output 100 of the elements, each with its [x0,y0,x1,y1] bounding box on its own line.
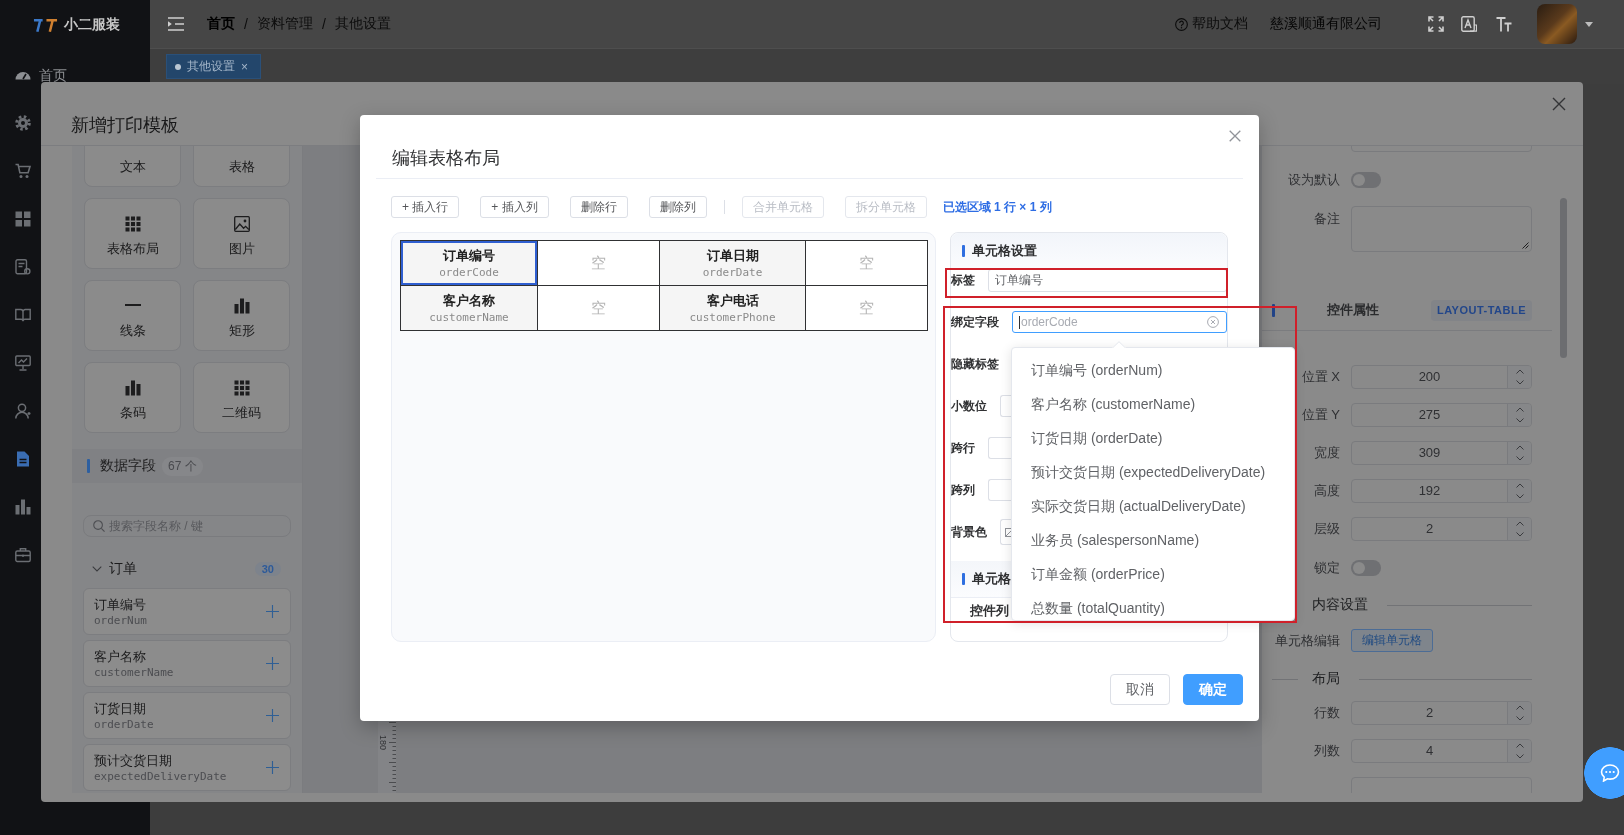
dropdown-option[interactable]: 实际交货日期 (actualDeliveryDate) [1012,489,1294,523]
number-field[interactable]: 309 [1351,441,1532,465]
chevron-up-icon[interactable] [1515,369,1524,374]
document-icon[interactable] [15,451,31,467]
table-cell[interactable]: 订单编号 orderCode [401,241,538,286]
field-card[interactable]: 订货日期 orderDate [83,692,291,739]
color-picker[interactable] [1000,519,1014,545]
chevron-down-icon[interactable] [1515,418,1524,423]
cart-icon[interactable] [15,163,31,179]
number-field[interactable] [988,479,1014,501]
chevron-up-icon[interactable] [1515,743,1524,748]
grid-icon[interactable] [15,211,31,227]
table-cell[interactable]: 客户名称 customerName [401,286,538,331]
toggle-switch[interactable] [1351,560,1381,576]
number-field[interactable]: 2 [1351,701,1532,725]
confirm-button[interactable]: 确定 [1183,674,1243,705]
plus-icon[interactable] [266,761,279,774]
chevron-up-icon[interactable] [1515,445,1524,450]
table-cell[interactable]: 订单日期 orderDate [660,241,806,286]
text-size-icon[interactable] [1496,16,1512,32]
stepper-controls[interactable] [1507,366,1531,388]
field-card[interactable]: 预计交货日期 expectedDeliveryDate [83,744,291,791]
stepper-controls[interactable] [1507,702,1531,724]
scrollbar[interactable] [1560,198,1567,358]
toggle-switch[interactable] [1351,172,1381,188]
person-icon[interactable] [15,403,31,419]
language-icon[interactable] [1461,16,1477,32]
dropdown-option[interactable]: 业务员 (salespersonName) [1012,523,1294,557]
dropdown-option[interactable]: 订单编号 (orderNum) [1012,353,1294,387]
component-tile[interactable]: 表格 [193,146,290,187]
stepper-controls[interactable] [1507,518,1531,540]
dropdown-option[interactable]: 订货日期 (orderDate) [1012,421,1294,455]
number-field[interactable]: 2 [1351,517,1532,541]
close-tab-button[interactable]: × [241,59,248,74]
number-field[interactable]: 200 [1351,365,1532,389]
chevron-down-icon[interactable] [1515,380,1524,385]
page-tab[interactable]: 其他设置 × [166,54,261,79]
fullscreen-icon[interactable] [1428,16,1444,32]
monitor-icon[interactable] [15,355,31,371]
avatar-image[interactable] [1537,4,1577,44]
plus-icon[interactable] [266,657,279,670]
briefcase-icon[interactable] [15,547,31,563]
menu-icon[interactable] [168,17,184,31]
bar-chart-icon[interactable] [15,499,31,515]
component-tile[interactable]: 矩形 [193,280,290,351]
component-tile[interactable]: 图片 [193,198,290,269]
toolbar-button[interactable]: + 插入列 [480,196,549,218]
chat-button[interactable] [1584,747,1624,799]
toolbar-button[interactable]: 删除列 [648,196,707,218]
field-card[interactable]: 订单编号 orderNum [83,588,291,635]
toolbar-button[interactable]: 删除行 [569,196,628,218]
number-field[interactable] [1000,395,1014,417]
plus-icon[interactable] [266,709,279,722]
dropdown-option[interactable]: 总数量 (totalQuantity) [1012,591,1294,620]
chevron-down-icon[interactable] [1515,754,1524,759]
stepper-controls[interactable] [1507,442,1531,464]
stepper-controls[interactable] [1507,404,1531,426]
group-label[interactable]: 订单 [109,560,137,578]
book-icon[interactable] [15,307,31,323]
chevron-up-icon[interactable] [1515,705,1524,710]
dropdown-option[interactable]: 预计交货日期 (expectedDeliveryDate) [1012,455,1294,489]
menu-item[interactable]: 首页 [15,67,67,83]
close-icon[interactable] [1552,97,1566,111]
text-field[interactable]: 订单编号 [988,269,1227,292]
caret-down-icon[interactable] [1585,21,1593,27]
resize-handle-icon[interactable] [1522,242,1529,249]
textarea-field[interactable] [1351,206,1532,252]
component-tile[interactable]: 线条 [84,280,181,351]
toolbar-button[interactable]: + 插入行 [391,196,460,218]
number-field[interactable]: 275 [1351,403,1532,427]
table-cell[interactable]: 客户电话 customerPhone [660,286,806,331]
stepper-controls[interactable] [1507,740,1531,762]
settings-icon[interactable] [15,115,31,131]
section-title[interactable]: 控件属性 [1327,301,1379,319]
dropdown-option[interactable]: 订单金额 (orderPrice) [1012,557,1294,591]
field-card[interactable]: 客户名称 customerName [83,640,291,687]
chevron-up-icon[interactable] [1515,521,1524,526]
component-tile[interactable]: 文本 [84,146,181,187]
component-tile[interactable]: 条码 [84,362,181,433]
stepper-controls[interactable] [1507,480,1531,502]
chevron-down-icon[interactable] [1515,532,1524,537]
section-marker-icon [1272,303,1275,317]
clear-icon[interactable] [1207,316,1219,328]
plus-icon[interactable] [266,605,279,618]
chevron-down-icon[interactable] [1515,456,1524,461]
chevron-up-icon[interactable] [1515,483,1524,488]
chevron-down-icon[interactable] [92,566,102,572]
chevron-down-icon[interactable] [1515,494,1524,499]
number-field[interactable]: 4 [1351,739,1532,763]
cancel-button[interactable]: 取消 [1110,674,1170,705]
chevron-up-icon[interactable] [1515,407,1524,412]
component-tile[interactable]: 二维码 [193,362,290,433]
chevron-down-icon[interactable] [1515,716,1524,721]
section-title: 单元格 [972,570,1011,588]
dropdown-option[interactable]: 客户名称 (customerName) [1012,387,1294,421]
number-field[interactable] [988,437,1014,459]
close-icon[interactable] [1229,130,1241,142]
document-icon[interactable] [15,259,31,275]
component-tile[interactable]: 表格布局 [84,198,181,269]
number-field[interactable]: 192 [1351,479,1532,503]
